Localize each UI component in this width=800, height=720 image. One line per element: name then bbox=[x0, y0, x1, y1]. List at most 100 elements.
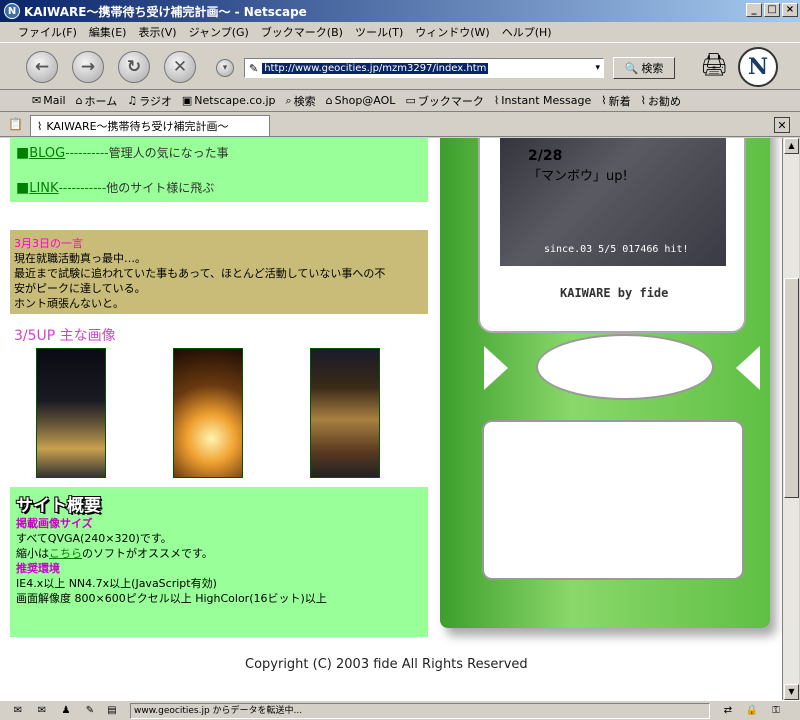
mail-icon: ✉ bbox=[32, 94, 42, 107]
print-icon[interactable]: 🖨 bbox=[700, 53, 728, 78]
toolbar-item-recommended[interactable]: ⌇ お勧め bbox=[641, 93, 681, 109]
security-icon[interactable]: 🔒 bbox=[744, 704, 760, 718]
connection-icon: ⇄ bbox=[723, 705, 733, 716]
toolbar-item-radio[interactable]: ♫ ラジオ bbox=[127, 93, 172, 109]
close-window-button[interactable]: × bbox=[782, 3, 798, 17]
menu-bar: ファイル(F) 編集(E) 表示(V) ジャンプ(G) ブックマーク(B) ツー… bbox=[0, 22, 800, 42]
shop-icon: ⌂ bbox=[325, 94, 333, 107]
photo-thumbnail-2[interactable] bbox=[173, 348, 243, 478]
image-size-label: 掲載画像サイズ bbox=[16, 517, 93, 530]
netscape-app-icon: N bbox=[4, 3, 20, 19]
menu-go[interactable]: ジャンプ(G) bbox=[189, 24, 249, 40]
folder-icon: ▭ bbox=[405, 94, 416, 107]
page-icon: ✎ bbox=[249, 61, 259, 75]
search-button-label: 検索 bbox=[641, 62, 664, 75]
hit-counter: since.03 5/5 017466 hit! bbox=[544, 244, 689, 255]
toolbar-item-home[interactable]: ⌂ ホーム bbox=[76, 93, 118, 109]
note-line-3: 安がピークに達している。 bbox=[14, 282, 146, 295]
vertical-scrollbar[interactable]: ▲ ▼ bbox=[782, 138, 799, 700]
menu-file[interactable]: ファイル(F) bbox=[18, 24, 77, 40]
close-icon: ✕ bbox=[777, 118, 787, 132]
note-line-2: 最近まで試験に追われていた事もあって、ほとんど活動していない事への不 bbox=[14, 267, 386, 280]
note-title: 3月3日の一言 bbox=[14, 237, 83, 250]
close-tab-button[interactable]: ✕ bbox=[774, 117, 790, 133]
shrink-software-link[interactable]: こちら bbox=[49, 547, 82, 560]
phone-date: 2/28 bbox=[528, 148, 563, 164]
menu-edit[interactable]: 編集(E) bbox=[89, 24, 127, 40]
personal-toolbar: ✉ Mail ⌂ ホーム ♫ ラジオ ▣ Netscape.co.jp ⌕ 検索 ⌂ Sho… bbox=[0, 90, 800, 112]
phone-caption: 「マンボウ」up! bbox=[528, 169, 628, 184]
toolbar-item-new[interactable]: ⌇ 新着 bbox=[601, 93, 630, 109]
link-icon: ⌇ bbox=[493, 94, 500, 107]
toolbar-item-search[interactable]: ⌕ 検索 bbox=[285, 93, 315, 109]
phone-left-arrow bbox=[484, 346, 508, 390]
tab-bar: 📋 ⌇ KAIWARE～携帯待ち受け補完計画～ ✕ bbox=[0, 113, 800, 137]
url-field[interactable]: ✎ http://www.geocities.jp/mzm3297/index.… bbox=[244, 58, 604, 78]
site-nav: ■BLOG----------管理人の気になった事 ■LINK---------… bbox=[10, 138, 428, 202]
stop-icon: ✕ bbox=[172, 57, 188, 77]
forward-arrow-icon: → bbox=[80, 57, 96, 77]
overview-heading: サイト概要 bbox=[16, 496, 101, 516]
tab-kaiware[interactable]: ⌇ KAIWARE～携帯待ち受け補完計画～ bbox=[30, 115, 270, 136]
blog-link[interactable]: BLOG bbox=[29, 146, 65, 161]
photos-title: 3/5UP 主な画像 bbox=[14, 328, 116, 344]
navigator-icon[interactable]: ✉ bbox=[10, 704, 26, 718]
composer-icon[interactable]: ✎ bbox=[82, 704, 98, 718]
menu-tools[interactable]: ツール(T) bbox=[355, 24, 403, 40]
shrink-line: 縮小はこちらのソフトがオススメです。 bbox=[16, 547, 213, 560]
url-text: http://www.geocities.jp/mzm3297/index.ht… bbox=[262, 62, 489, 74]
toolbar-item-netscape[interactable]: ▣ Netscape.co.jp bbox=[182, 94, 276, 107]
navigation-toolbar: ← → ↻ ✕ ▾ ✎ http://www.geocities.jp/mzm3… bbox=[0, 42, 800, 90]
magnifier-icon: 🔍 bbox=[624, 61, 639, 75]
image-size-text: すべてQVGA(240×320)です。 bbox=[16, 532, 172, 545]
aim-icon[interactable]: ♟ bbox=[58, 704, 74, 718]
menu-bookmarks[interactable]: ブックマーク(B) bbox=[261, 24, 343, 40]
search-button[interactable]: 🔍 検索 bbox=[613, 57, 675, 79]
history-dropdown-button[interactable]: ▾ bbox=[216, 59, 234, 77]
my-icon: ▣ bbox=[181, 94, 193, 107]
menu-help[interactable]: ヘルプ(H) bbox=[502, 24, 552, 40]
page-content: ■BLOG----------管理人の気になった事 ■LINK---------… bbox=[0, 138, 782, 700]
menu-view[interactable]: 表示(V) bbox=[138, 24, 176, 40]
phone-lower-panel bbox=[482, 420, 744, 580]
scroll-thumb[interactable] bbox=[784, 278, 799, 498]
toolbar-item-instant-message[interactable]: ⌇ Instant Message bbox=[494, 94, 591, 107]
env-line-1: IE4.x以上 NN4.7x以上(JavaScript有効) bbox=[16, 577, 217, 590]
photo-thumbnail-1[interactable] bbox=[36, 348, 106, 478]
scroll-down-arrow[interactable]: ▼ bbox=[784, 684, 799, 700]
reload-button[interactable]: ↻ bbox=[118, 51, 150, 83]
new-tab-icon[interactable]: 📋 bbox=[8, 117, 23, 131]
window-titlebar: N KAIWARE～携帯待ち受け補完計画～ - Netscape _ □ × bbox=[0, 0, 800, 22]
headphones-icon: ♫ bbox=[127, 94, 138, 107]
padlock-icon[interactable]: ⚿ bbox=[768, 704, 784, 718]
note-line-4: ホント頑張んないと。 bbox=[14, 297, 124, 310]
phone-graphic: 2/28 「マンボウ」up! since.03 5/5 017466 hit! … bbox=[440, 138, 770, 628]
toolbar-item-bookmarks[interactable]: ▭ ブックマーク bbox=[405, 93, 483, 109]
phone-brand: KAIWARE by fide bbox=[560, 286, 669, 300]
mail-icon[interactable]: ✉ bbox=[34, 704, 50, 718]
minimize-button[interactable]: _ bbox=[746, 3, 762, 17]
env-label: 推奨環境 bbox=[16, 562, 60, 575]
nav-blog: ■BLOG----------管理人の気になった事 bbox=[16, 145, 229, 161]
toolbar-item-shop[interactable]: ⌂ Shop@AOL bbox=[326, 94, 396, 107]
forward-button[interactable]: → bbox=[72, 51, 104, 83]
netscape-logo[interactable]: N bbox=[738, 47, 778, 87]
tab-label: KAIWARE～携帯待ち受け補完計画～ bbox=[46, 120, 229, 133]
phone-center-button bbox=[536, 334, 714, 400]
link-link[interactable]: LINK bbox=[29, 181, 58, 196]
menu-window[interactable]: ウィンドウ(W) bbox=[415, 24, 489, 40]
url-dropdown-icon[interactable]: ▾ bbox=[595, 63, 600, 73]
back-button[interactable]: ← bbox=[26, 51, 58, 83]
phone-screen-frame: 2/28 「マンボウ」up! since.03 5/5 017466 hit! … bbox=[478, 138, 746, 333]
home-icon: ⌂ bbox=[75, 94, 83, 107]
address-book-icon[interactable]: ▤ bbox=[104, 704, 120, 718]
stop-button[interactable]: ✕ bbox=[164, 51, 196, 83]
scroll-up-arrow[interactable]: ▲ bbox=[784, 138, 799, 154]
maximize-button[interactable]: □ bbox=[764, 3, 780, 17]
reload-icon: ↻ bbox=[126, 57, 142, 77]
copyright: Copyright (C) 2003 fide All Rights Reser… bbox=[245, 657, 528, 672]
photo-thumbnail-3[interactable] bbox=[310, 348, 380, 478]
toolbar-item-mail[interactable]: ✉ Mail bbox=[32, 94, 66, 107]
back-arrow-icon: ← bbox=[34, 57, 50, 77]
daily-note: 3月3日の一言 現在就職活動真っ最中…。 最近まで試験に追われていた事もあって、… bbox=[10, 230, 428, 314]
